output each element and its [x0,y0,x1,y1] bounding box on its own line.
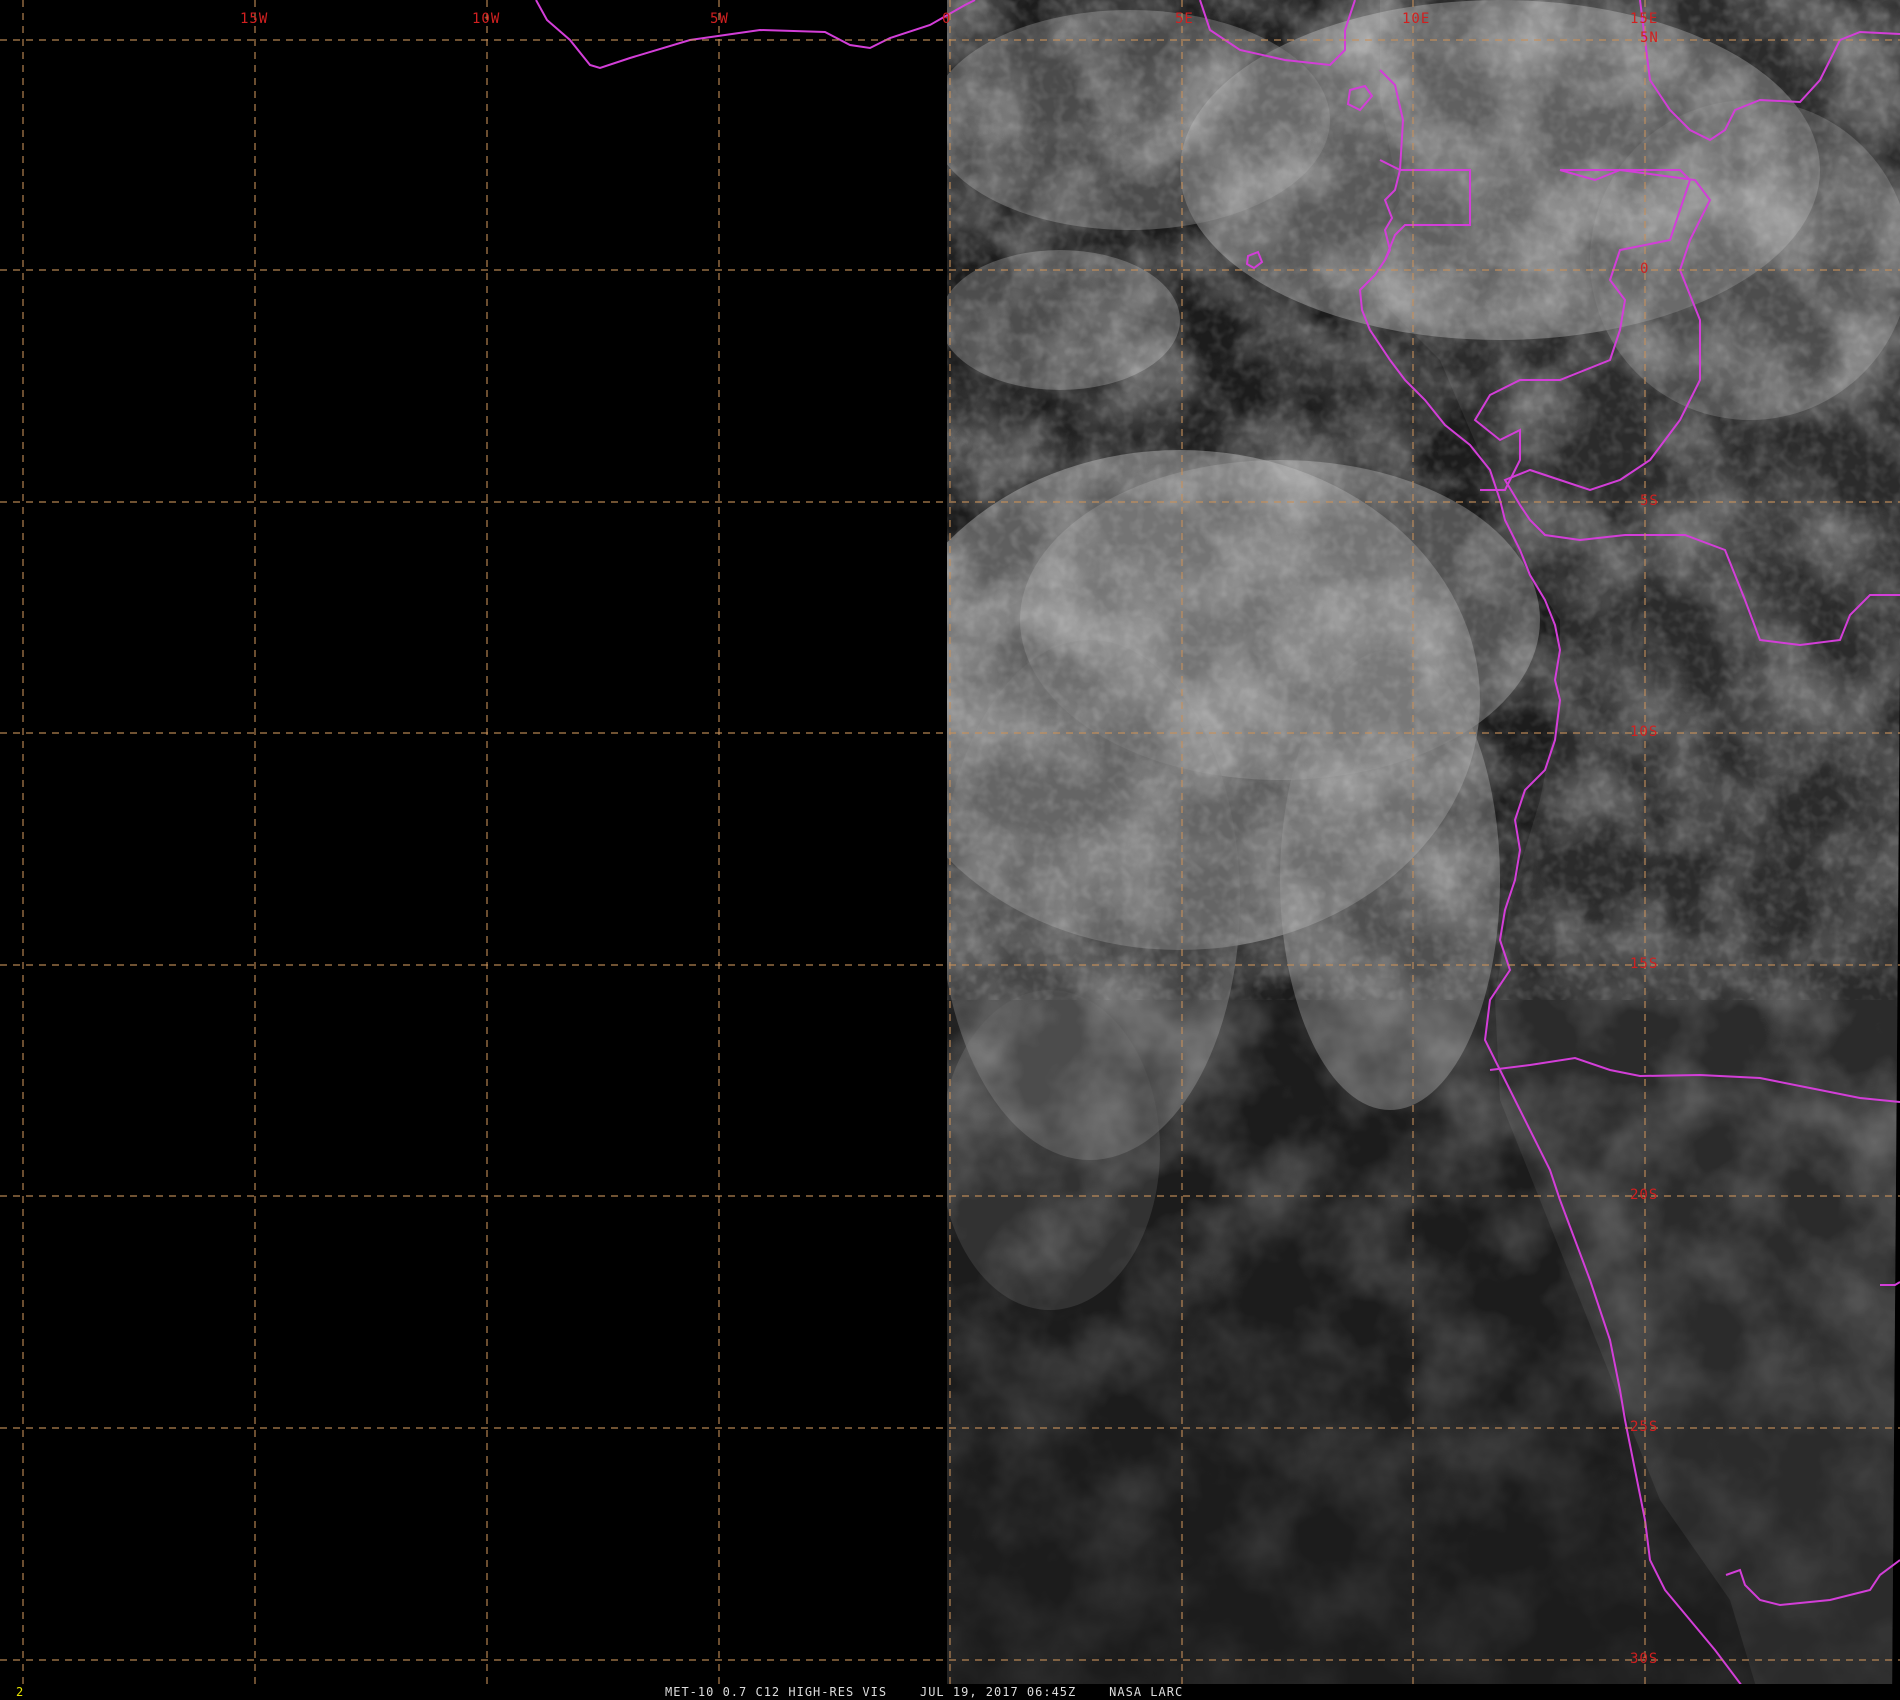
image-caption: MET-10 0.7 C12 HIGH-RES VIS JUL 19, 2017… [665,1685,1183,1699]
lat-label: 5N [1640,30,1659,46]
lat-label: 15S [1630,956,1658,972]
visible-imagery [947,0,1900,1700]
lon-label: 0 [942,11,951,27]
lat-label: 0 [1640,261,1649,277]
lat-label: 10S [1630,724,1658,740]
satellite-map: 15W 10W 5W 0 5E 10E 15E 5N 0 5S 10S 15S … [0,0,1900,1700]
status-footer: 2 MET-10 0.7 C12 HIGH-RES VIS JUL 19, 20… [0,1684,1900,1700]
lat-label: 5S [1640,493,1659,509]
lon-label: 15W [240,11,268,27]
lon-label: 15E [1630,11,1658,27]
lon-label: 5W [710,11,729,27]
lon-label: 5E [1175,11,1194,27]
lat-label: 25S [1630,1419,1658,1435]
lon-label: 10W [472,11,500,27]
lat-label: 20S [1630,1187,1658,1203]
lon-label: 10E [1402,11,1430,27]
satellite-product: MET-10 0.7 C12 HIGH-RES VIS [665,1685,888,1699]
frame-number: 2 [16,1685,25,1699]
image-datetime: JUL 19, 2017 06:45Z [919,1685,1077,1699]
west-africa-coastline [535,0,976,70]
producer-credit: NASA LARC [1109,1685,1184,1699]
lat-label: 30S [1630,1651,1658,1667]
